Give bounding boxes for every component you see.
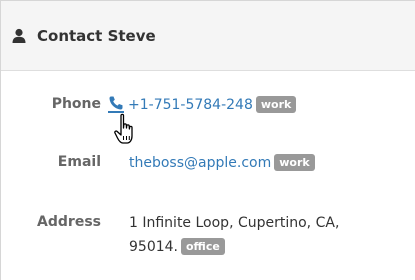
address-value: 1 Infinite Loop, Cupertino, CA, 95014. of… <box>129 211 409 259</box>
email-link[interactable]: theboss@apple.com <box>129 155 271 171</box>
email-value-row: theboss@apple.com work <box>129 151 409 175</box>
phone-label: Phone <box>51 96 101 112</box>
address-tag-badge: office <box>181 238 225 255</box>
panel-header: Contact Steve <box>1 1 415 71</box>
phone-value-row: +1-751-5784-248 work <box>108 93 408 117</box>
phone-icon[interactable] <box>108 95 124 113</box>
address-label: Address <box>37 214 101 230</box>
address-line-1: 1 Infinite Loop, Cupertino, CA, <box>129 215 340 231</box>
email-tag-badge: work <box>274 154 315 171</box>
user-icon <box>11 28 27 44</box>
phone-link[interactable]: +1-751-5784-248 <box>128 97 253 113</box>
panel-title: Contact Steve <box>37 26 156 45</box>
email-label: Email <box>57 154 101 170</box>
hand-pointer-icon <box>113 112 141 150</box>
contact-panel: Contact Steve Phone +1-751-5784-248 work … <box>0 0 415 280</box>
address-line-2: 95014. <box>129 239 178 255</box>
address-line-2-row: 95014. office <box>129 235 409 259</box>
phone-tag-badge: work <box>255 96 297 113</box>
